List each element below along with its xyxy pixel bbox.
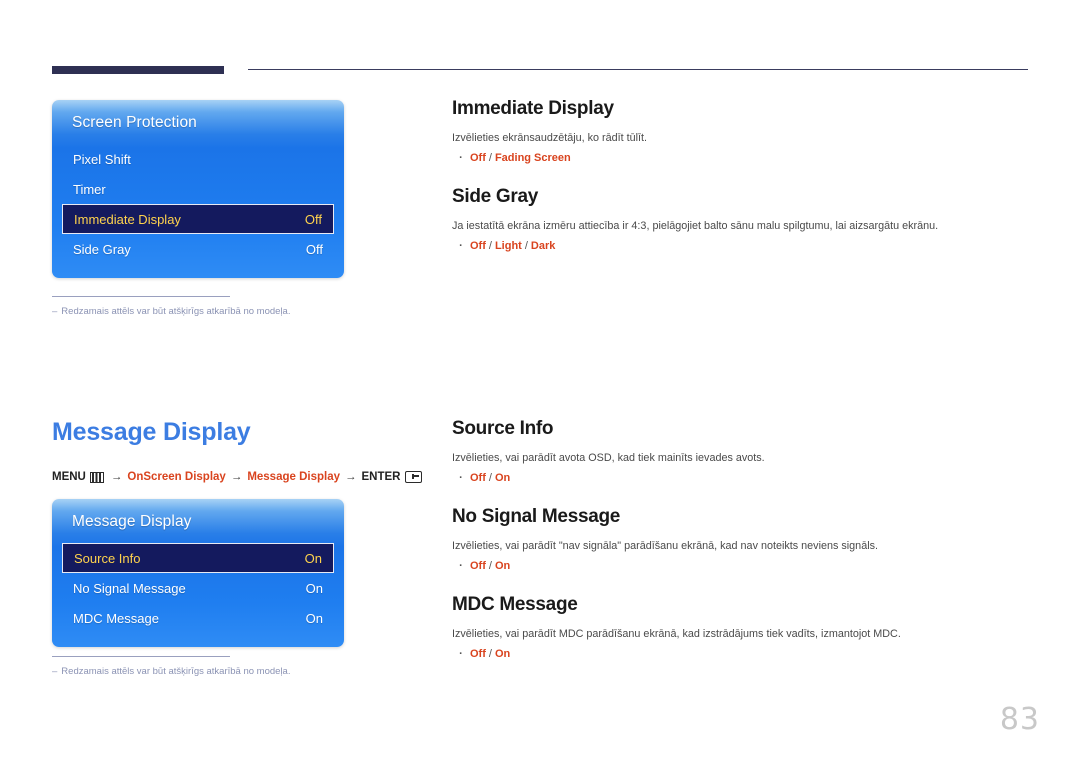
option-value[interactable]: Light bbox=[495, 240, 522, 252]
entry-title: Source Info bbox=[452, 418, 554, 439]
osd-menu-item-pixel-shift[interactable]: Pixel Shift bbox=[62, 144, 334, 174]
entry-title: Immediate Display bbox=[452, 98, 614, 119]
entry-options: · Off / Light / Dark bbox=[452, 240, 1032, 252]
entry-no-signal-message: No Signal Message Izvēlieties, vai parād… bbox=[452, 506, 1032, 572]
breadcrumb-arrow: → bbox=[110, 471, 123, 483]
option-separator: / bbox=[488, 559, 492, 572]
enter-key-icon bbox=[405, 471, 423, 483]
entry-description: Ja iestatītā ekrāna izmēru attiecība ir … bbox=[452, 220, 939, 232]
bullet-icon: · bbox=[459, 647, 463, 660]
breadcrumb: MENU → OnScreen Display → Message Displa… bbox=[52, 471, 423, 483]
footnote-dash: – bbox=[52, 306, 58, 317]
osd-menu-item-no-signal-message[interactable]: No Signal Message On bbox=[62, 573, 334, 603]
option-value[interactable]: Off bbox=[470, 472, 486, 484]
option-separator: / bbox=[488, 647, 492, 660]
footnote-dash: – bbox=[52, 666, 58, 677]
entry-description: Izvēlieties ekrānsaudzētāju, ko rādīt tū… bbox=[452, 132, 648, 144]
footnote-screen-protection: – Redzamais attēls var būt atšķirīgs atka… bbox=[52, 296, 382, 318]
bullet-icon: · bbox=[459, 151, 463, 164]
osd-item-value: On bbox=[304, 550, 322, 566]
entry-title: Side Gray bbox=[452, 186, 539, 207]
breadcrumb-arrow: → bbox=[345, 471, 357, 483]
menu-grid-icon bbox=[89, 471, 104, 483]
option-value[interactable]: Off bbox=[470, 560, 486, 572]
footnote-line: – Redzamais attēls var būt atšķirīgs atka… bbox=[52, 306, 382, 318]
footnote-text: Redzamais attēls var būt atšķirīgs atkar… bbox=[61, 666, 291, 677]
osd-item-label: Pixel Shift bbox=[73, 151, 131, 167]
entry-options: · Off / On bbox=[452, 560, 1032, 572]
header-divider-rule bbox=[248, 69, 1028, 70]
footnote-message-display: – Redzamais attēls var būt atšķirīgs atka… bbox=[52, 656, 382, 678]
option-value[interactable]: Dark bbox=[531, 240, 555, 252]
osd-panel-title: Screen Protection bbox=[72, 114, 197, 131]
header-accent-bar bbox=[52, 66, 224, 74]
osd-item-value: On bbox=[305, 580, 323, 596]
entry-title: No Signal Message bbox=[452, 506, 621, 527]
entry-description: Izvēlieties, vai parādīt MDC parādīšanu … bbox=[452, 628, 901, 640]
osd-item-label: MDC Message bbox=[73, 610, 159, 626]
entry-options: · Off / Fading Screen bbox=[452, 152, 1032, 164]
bullet-icon: · bbox=[459, 559, 463, 572]
osd-menu-item-mdc-message[interactable]: MDC Message On bbox=[62, 603, 334, 633]
footnote-rule bbox=[52, 656, 230, 657]
footnote-line: – Redzamais attēls var būt atšķirīgs atka… bbox=[52, 666, 382, 678]
option-value[interactable]: On bbox=[495, 648, 510, 660]
option-separator: / bbox=[488, 471, 492, 484]
footnote-text: Redzamais attēls var būt atšķirīgs atkar… bbox=[61, 306, 291, 317]
osd-item-label: Timer bbox=[73, 181, 106, 197]
entry-immediate-display: Immediate Display Izvēlieties ekrānsaudz… bbox=[452, 98, 1032, 164]
osd-item-label: Immediate Display bbox=[74, 211, 181, 227]
bullet-icon: · bbox=[459, 471, 463, 484]
entry-title: MDC Message bbox=[452, 594, 578, 615]
osd-panel-title: Message Display bbox=[72, 513, 192, 530]
osd-panel-screen-protection: Screen Protection Pixel Shift Timer Imme… bbox=[52, 100, 344, 278]
breadcrumb-step-message-display[interactable]: Message Display bbox=[247, 471, 340, 483]
breadcrumb-menu-label: MENU bbox=[52, 471, 86, 483]
option-value[interactable]: Off bbox=[470, 648, 486, 660]
osd-item-value: Off bbox=[304, 211, 322, 227]
osd-item-value: Off bbox=[305, 241, 323, 257]
osd-panel-message-display: Message Display Source Info On No Signal… bbox=[52, 499, 344, 647]
osd-item-label: Source Info bbox=[74, 550, 141, 566]
option-value[interactable]: Off bbox=[470, 152, 486, 164]
option-value[interactable]: On bbox=[495, 560, 510, 572]
osd-menu-item-side-gray[interactable]: Side Gray Off bbox=[62, 234, 334, 264]
option-value[interactable]: Off bbox=[470, 240, 486, 252]
entry-mdc-message: MDC Message Izvēlieties, vai parādīt MDC… bbox=[452, 594, 1032, 660]
page-number: 83 bbox=[999, 702, 1040, 737]
osd-item-label: Side Gray bbox=[73, 241, 131, 257]
entry-side-gray: Side Gray Ja iestatītā ekrāna izmēru att… bbox=[452, 186, 1032, 252]
option-value[interactable]: Fading Screen bbox=[495, 152, 571, 164]
breadcrumb-enter-label: ENTER bbox=[361, 471, 401, 483]
osd-menu-item-timer[interactable]: Timer bbox=[62, 174, 334, 204]
osd-menu-item-source-info[interactable]: Source Info On bbox=[62, 543, 334, 573]
entry-options: · Off / On bbox=[452, 472, 1032, 484]
osd-item-label: No Signal Message bbox=[73, 580, 186, 596]
osd-item-value: On bbox=[305, 610, 323, 626]
entry-options: · Off / On bbox=[452, 648, 1032, 660]
bullet-icon: · bbox=[459, 239, 463, 252]
entry-description: Izvēlieties, vai parādīt "nav signāla" p… bbox=[452, 540, 878, 552]
page-section-title: Message Display bbox=[52, 418, 251, 446]
breadcrumb-arrow: → bbox=[230, 471, 243, 483]
footnote-rule bbox=[52, 296, 230, 297]
option-separator: / bbox=[488, 239, 492, 252]
breadcrumb-step-onscreen-display[interactable]: OnScreen Display bbox=[127, 471, 225, 483]
option-separator: / bbox=[524, 239, 528, 252]
option-value[interactable]: On bbox=[495, 472, 510, 484]
osd-menu-item-immediate-display[interactable]: Immediate Display Off bbox=[62, 204, 334, 234]
entry-source-info: Source Info Izvēlieties, vai parādīt avo… bbox=[452, 418, 1032, 484]
entry-description: Izvēlieties, vai parādīt avota OSD, kad … bbox=[452, 452, 765, 464]
option-separator: / bbox=[488, 151, 492, 164]
